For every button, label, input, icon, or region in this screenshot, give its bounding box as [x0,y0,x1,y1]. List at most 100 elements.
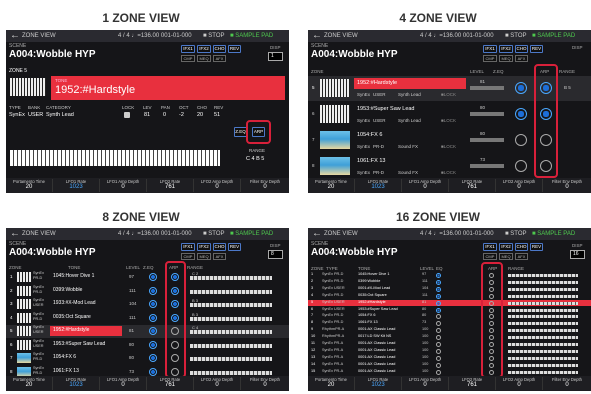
tone-name[interactable]: 1953:#Super Saw Lead [358,307,398,311]
zone-row-11[interactable]: 11 SynEx PR-A 0001:AX Classic Lead 100 [308,341,591,348]
rev-button[interactable]: REV [228,45,241,53]
zone-row-6[interactable]: 6 SynEx USER 1953:#Super Saw Lead 80 [6,339,289,352]
knob-lfo1-amp[interactable]: LFO1 Amp Depth 0 [402,179,449,192]
meq-button[interactable]: MEQ [197,253,211,260]
zone-row-14[interactable]: 14 SynEx PR-A 0001:AX Classic Lead 100 [308,362,591,369]
tone-name[interactable]: 1933:#X-Mod Lead [53,300,96,306]
zeq-toggle[interactable] [149,327,157,335]
zeq-toggle[interactable] [515,108,527,120]
ifx2-button[interactable]: IFX2 [499,45,513,53]
scene-name[interactable]: A004:Wobble HYP [9,49,96,60]
tone-name[interactable]: 1061:FX 13 [358,320,378,324]
tone-name[interactable]: 1061:FX 13 [357,158,385,164]
meq-button[interactable]: MEQ [499,253,513,260]
scene-name[interactable]: A004:Wobble HYP [9,247,96,258]
zone-row-3[interactable]: 3 SynEx USER 0001:#X-Mod Lead 104 [308,286,591,293]
range-keyboard[interactable] [508,287,578,291]
zone-row-4[interactable]: 4 SynEx PR-D 0035:Oct Square 111 [308,293,591,300]
level-value[interactable]: 111 [129,315,136,320]
zone-row-7[interactable]: 7 SynEx PR-D 1054:FX 6 80 [6,352,289,365]
cmp-button[interactable]: CMP [181,253,195,260]
range-keyboard[interactable] [508,280,578,284]
knob-lfo2-amp[interactable]: LFO2 Amp Depth 0 [194,377,241,390]
level-value[interactable]: 81 [129,328,134,333]
tone-selector[interactable]: TONE 1952:#Hardstyle [51,76,285,100]
tone-name[interactable]: 1045:Hover Dive 1 [53,273,94,279]
type-value[interactable]: SynEx [9,112,25,118]
zeq-toggle[interactable] [515,160,527,172]
eq-toggle[interactable] [436,273,441,278]
knob-filter-env[interactable]: Filter Env Depth 0 [543,179,591,192]
level-value[interactable]: 100 [422,327,428,331]
category-value[interactable]: Synth Lead [46,112,74,118]
tone-name[interactable]: 0001:AX Classic Lead [358,348,395,352]
pan-value[interactable]: 0 [163,112,166,118]
eq-toggle[interactable] [436,355,441,361]
eq-toggle[interactable] [436,314,441,320]
zone-row-3[interactable]: 3 SynEx USER 1933:#X-Mod Lead 104 B 3 [6,298,289,311]
afx-button[interactable]: AFX [213,55,226,62]
left-arrow-icon[interactable]: ← [10,228,20,240]
tone-name[interactable]: 1045:Hover Dive 1 [358,272,389,276]
disp-select[interactable]: 1 [268,52,283,61]
eq-toggle[interactable] [436,362,441,368]
zeq-toggle[interactable] [149,367,157,376]
tone-name[interactable]: 1953:#Super Saw Lead [53,341,105,347]
level-value[interactable]: 100 [422,355,428,359]
tone-name[interactable]: 1952:#Hardstyle [53,327,89,333]
tone-name[interactable]: 1952:#Hardstyle [358,300,386,304]
eq-toggle[interactable] [436,279,441,285]
zeq-toggle[interactable] [149,354,157,362]
range-keyboard[interactable] [508,370,578,374]
tone-name[interactable]: 0399:Wobble [358,279,380,283]
level-value[interactable]: 73 [129,369,134,374]
tone-name[interactable]: 0001:AX Classic Lead [358,369,395,373]
range-keyboard[interactable] [190,289,272,294]
level-value[interactable]: 80 [422,313,426,317]
cho-button[interactable]: CHO [515,243,528,251]
afx-button[interactable]: AFX [213,253,226,260]
zone-row-5[interactable]: 5 SynEx USER 1952:#Hardstyle 81 [308,299,591,307]
zone-row-12[interactable]: 12 SynEx PR-A 0001:AX Classic Lead 100 [308,348,591,355]
rev-button[interactable]: REV [530,243,543,251]
range-keyboard[interactable] [508,363,578,367]
knob-lfo1-rate[interactable]: LFO1 Rate 1023 [53,377,100,390]
rev-button[interactable]: REV [228,243,241,251]
level-value[interactable]: 97 [129,274,134,279]
level-value[interactable]: 80 [422,307,426,311]
zone-row-13[interactable]: 13 SynEx PR-A 0001:AX Classic Lead 100 [308,355,591,362]
cho-button[interactable]: CHO [213,45,226,53]
zone-row-7[interactable]: 7 SynEx PR-D 1054:FX 6 80 [308,313,591,320]
knob-lfo2-amp[interactable]: LFO2 Amp Depth 0 [496,377,543,390]
range-keyboard[interactable] [190,370,272,375]
eq-toggle[interactable] [436,369,441,375]
range-keyboard[interactable] [508,343,578,346]
tone-name[interactable]: 0035:Oct Square [358,293,387,297]
eq-toggle[interactable] [436,307,441,313]
meq-button[interactable]: MEQ [499,55,513,62]
level-value[interactable]: 100 [422,362,428,366]
left-arrow-icon[interactable]: ← [10,30,20,42]
cmp-button[interactable]: CMP [483,55,497,62]
cho-value[interactable]: 20 [197,112,203,118]
range-keyboard[interactable] [190,343,272,348]
zone-row-1[interactable]: 1 SynEx PR-D 1045:Hover Dive 1 97 [308,272,591,279]
eq-toggle[interactable] [436,300,441,306]
range-keyboard[interactable] [508,274,578,277]
level-bar[interactable] [470,86,504,90]
bank-value[interactable]: USER [28,112,43,118]
rev-value[interactable]: 51 [214,112,220,118]
knob-filter-env[interactable]: Filter Env Depth 0 [241,377,289,390]
knob-lfo1-amp[interactable]: LFO1 Amp Depth 0 [100,377,147,390]
eq-toggle[interactable] [436,321,441,327]
rev-button[interactable]: REV [530,45,543,53]
zeq-toggle[interactable] [149,313,157,322]
eq-toggle[interactable] [436,328,441,334]
range-value[interactable]: C 4 [192,325,198,330]
zeq-toggle[interactable] [149,286,157,295]
cmp-button[interactable]: CMP [483,253,497,260]
knob-lfo2-rate[interactable]: LFO2 Rate 761 [449,377,496,390]
level-bar[interactable] [470,138,504,142]
tone-name[interactable]: 1054:FX 6 [53,354,76,360]
range-keyboard[interactable] [508,301,578,305]
